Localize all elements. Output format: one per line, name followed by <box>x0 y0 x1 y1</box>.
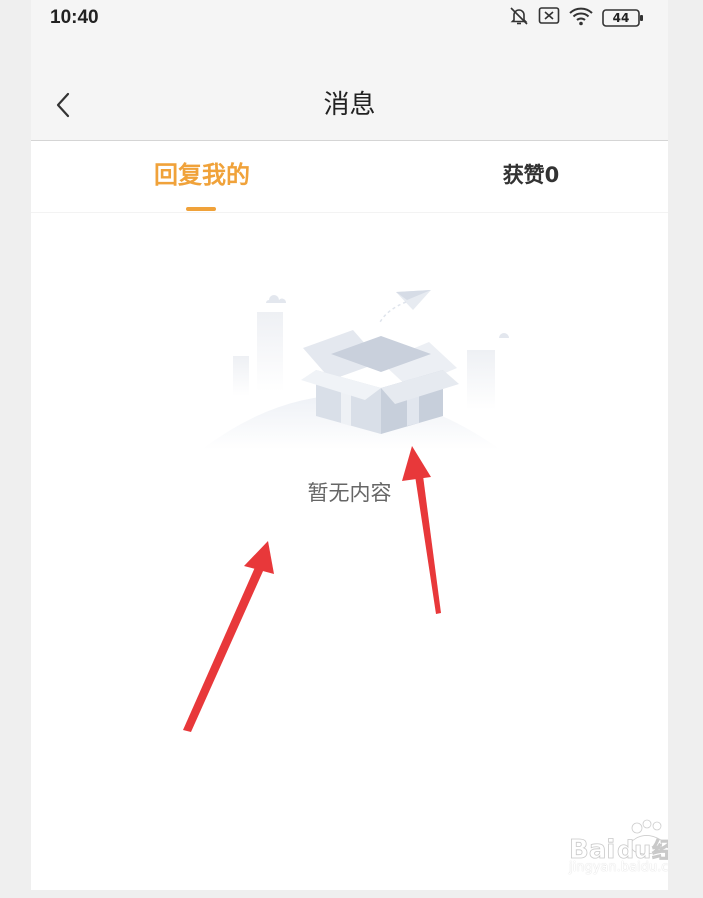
watermark-url: jingyan.baidu.com <box>569 860 668 875</box>
nav-bar: 消息 <box>31 40 668 141</box>
status-bar: 10:40 44 <box>31 0 668 40</box>
battery-level: 44 <box>612 11 630 25</box>
tab-active-indicator <box>186 207 216 211</box>
page-title: 消息 <box>323 90 376 120</box>
empty-state-message: 暂无内容 <box>307 481 392 505</box>
status-time: 10:40 <box>50 7 99 28</box>
battery-icon: 44 <box>602 8 644 28</box>
tab-replies[interactable]: 回复我的 <box>149 155 255 195</box>
status-icons: 44 <box>508 6 644 30</box>
sim-disabled-icon <box>538 6 560 30</box>
empty-box-icon <box>181 280 511 470</box>
wifi-icon <box>568 5 594 31</box>
tab-bar: 回复我的 获赞0 <box>31 141 668 213</box>
baidu-jingyan-watermark: Bai du 经验 jingyan.baidu.com <box>569 818 668 888</box>
bell-muted-icon <box>508 5 530 31</box>
tab-likes[interactable]: 获赞0 <box>471 155 591 195</box>
phone-screen: 10:40 44 消息 回复我的 获赞0 暂无内容 Bai du 经验 jing… <box>31 0 668 890</box>
